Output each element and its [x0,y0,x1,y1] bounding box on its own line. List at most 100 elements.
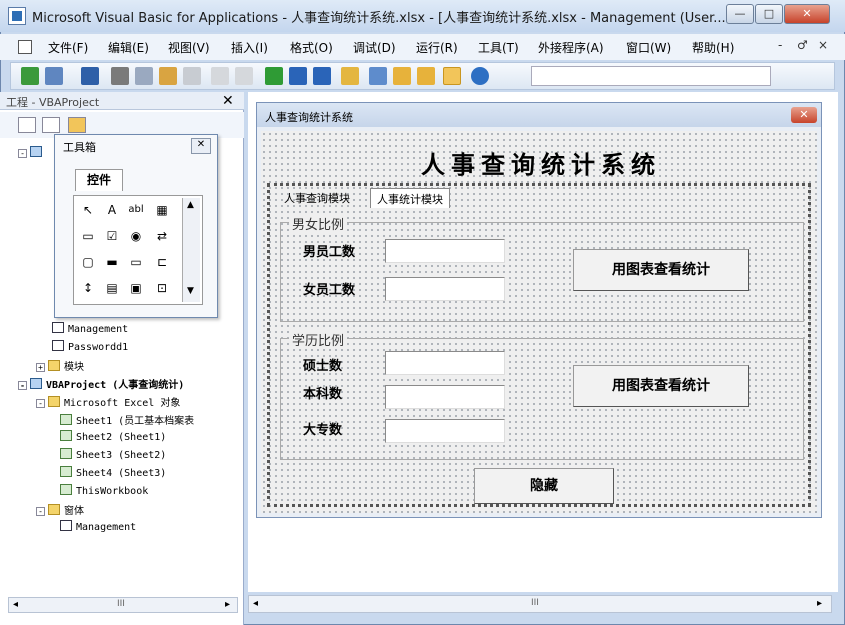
view-code-icon[interactable] [18,117,36,133]
male-count-textbox[interactable] [385,239,505,263]
master-count-textbox[interactable] [385,351,505,375]
scrollbar-tool-icon[interactable]: ↕ [78,278,98,298]
userform-icon [52,340,64,351]
worksheet-icon [60,430,72,441]
scroll-left-icon[interactable]: ◂ [13,599,18,610]
menu-help[interactable]: 帮助(H) [692,39,734,56]
designer-horizontal-scrollbar[interactable]: ◂ III ▸ [248,595,832,613]
tree-item[interactable]: Sheet4 (Sheet3) [60,466,166,479]
cut-icon[interactable] [111,67,129,85]
hide-button[interactable]: 隐藏 [474,468,614,504]
tree-item[interactable]: Management [60,520,136,533]
help-icon[interactable] [471,67,489,85]
spinbutton-tool-icon[interactable]: ▤ [102,278,122,298]
properties-icon[interactable] [393,67,411,85]
menu-insert[interactable]: 插入(I) [231,39,268,56]
menu-format[interactable]: 格式(O) [290,39,333,56]
tree-item[interactable]: ThisWorkbook [60,484,148,497]
tree-item[interactable]: + 模块 [36,358,84,373]
toolbox-tab-controls[interactable]: 控件 [75,169,123,191]
paste-icon[interactable] [159,67,177,85]
tabstrip-tool-icon[interactable]: ▭ [126,252,146,272]
college-count-textbox[interactable] [385,419,505,443]
tab-personnel-stats[interactable]: 人事统计模块 [370,188,450,208]
redo-icon[interactable] [235,67,253,85]
menu-file[interactable]: 文件(F) [48,39,88,56]
minimize-button[interactable]: — [726,4,754,24]
scroll-right-icon[interactable]: ▸ [225,599,230,610]
scroll-thumb[interactable]: III [117,599,125,609]
view-object-icon[interactable] [42,117,60,133]
mdi-minimize-button[interactable]: - [778,38,782,52]
frame-caption: 男女比例 [289,214,348,233]
view-excel-icon[interactable] [21,67,39,85]
frame-gender-ratio[interactable]: 男女比例 男员工数 女员工数 用图表查看统计 [280,214,804,322]
toggle-folders-icon[interactable] [68,117,86,133]
frame-tool-icon[interactable]: ▢ [78,252,98,272]
tree-item[interactable]: - 窗体 [36,502,84,517]
tree-item[interactable]: Sheet1 (员工基本档案表 [60,412,194,427]
scroll-up-icon[interactable]: ▲ [187,200,194,210]
bachelor-count-textbox[interactable] [385,385,505,409]
menu-addins[interactable]: 外接程序(A) [538,39,604,56]
option-button-tool-icon[interactable]: ◉ [126,226,146,246]
design-mode-icon[interactable] [341,67,359,85]
scroll-right-icon[interactable]: ▸ [817,598,822,609]
scroll-thumb[interactable]: III [531,598,539,608]
scroll-down-icon[interactable]: ▼ [187,286,194,296]
gender-chart-button[interactable]: 用图表查看统计 [573,249,749,291]
menu-edit[interactable]: 编辑(E) [108,39,149,56]
combobox-tool-icon[interactable]: ▦ [152,200,172,220]
tree-item[interactable]: Management [52,322,128,335]
scroll-left-icon[interactable]: ◂ [253,598,258,609]
menu-window[interactable]: 窗口(W) [626,39,671,56]
break-icon[interactable] [289,67,307,85]
tree-item[interactable]: Passwordd1 [52,340,128,353]
tree-item[interactable]: Sheet2 (Sheet1) [60,430,166,443]
tree-root-project[interactable]: - [18,146,46,159]
find-icon[interactable] [183,67,201,85]
run-icon[interactable] [265,67,283,85]
insert-userform-icon[interactable] [45,67,63,85]
command-button-tool-icon[interactable]: ▬ [102,252,122,272]
toolbox-scrollbar[interactable]: ▲ ▼ [182,198,200,302]
refedit-tool-icon[interactable]: ⊡ [152,278,172,298]
menu-debug[interactable]: 调试(D) [353,39,396,56]
select-pointer-icon[interactable]: ↖ [78,200,98,220]
tree-item[interactable]: - Microsoft Excel 对象 [36,394,180,409]
toolbox-close-icon[interactable]: ✕ [191,138,211,154]
project-explorer-horizontal-scrollbar[interactable]: ◂ III ▸ [8,597,238,613]
listbox-tool-icon[interactable]: ▭ [78,226,98,246]
female-count-textbox[interactable] [385,277,505,301]
toolbox-icon[interactable] [443,67,461,85]
image-tool-icon[interactable]: ▣ [126,278,146,298]
menu-tools[interactable]: 工具(T) [478,39,519,56]
project-explorer-close-icon[interactable]: ✕ [222,93,234,109]
textbox-tool-icon[interactable]: abl [126,200,146,220]
multipage-tool-icon[interactable]: ⊏ [152,252,172,272]
userform-icon [52,322,64,333]
tab-personnel-query[interactable]: 人事查询模块 [278,188,356,208]
save-icon[interactable] [81,67,99,85]
object-browser-icon[interactable] [417,67,435,85]
userform-close-icon[interactable]: ✕ [791,107,817,123]
copy-icon[interactable] [135,67,153,85]
close-button[interactable]: ✕ [784,4,830,24]
project-explorer-icon[interactable] [369,67,387,85]
reset-icon[interactable] [313,67,331,85]
tree-item[interactable]: - VBAProject (人事查询统计) [18,376,184,391]
mdi-close-button[interactable]: × [818,38,828,52]
education-chart-button[interactable]: 用图表查看统计 [573,365,749,407]
toggle-button-tool-icon[interactable]: ⇄ [152,226,172,246]
tree-item[interactable]: Sheet3 (Sheet2) [60,448,166,461]
maximize-button[interactable]: □ [755,4,783,24]
label-tool-icon[interactable]: A [102,200,122,220]
menu-run[interactable]: 运行(R) [416,39,458,56]
mdi-window-icon[interactable] [18,40,32,54]
checkbox-tool-icon[interactable]: ☑ [102,226,122,246]
multipage-control[interactable]: 人事查询模块 人事统计模块 男女比例 男员工数 女员工数 用图表查看统计 学历比… [267,183,811,507]
frame-education-ratio[interactable]: 学历比例 硕士数 本科数 大专数 用图表查看统计 [280,330,804,460]
undo-icon[interactable] [211,67,229,85]
menu-view[interactable]: 视图(V) [168,39,210,56]
mdi-restore-button[interactable]: ♂ [797,38,808,52]
